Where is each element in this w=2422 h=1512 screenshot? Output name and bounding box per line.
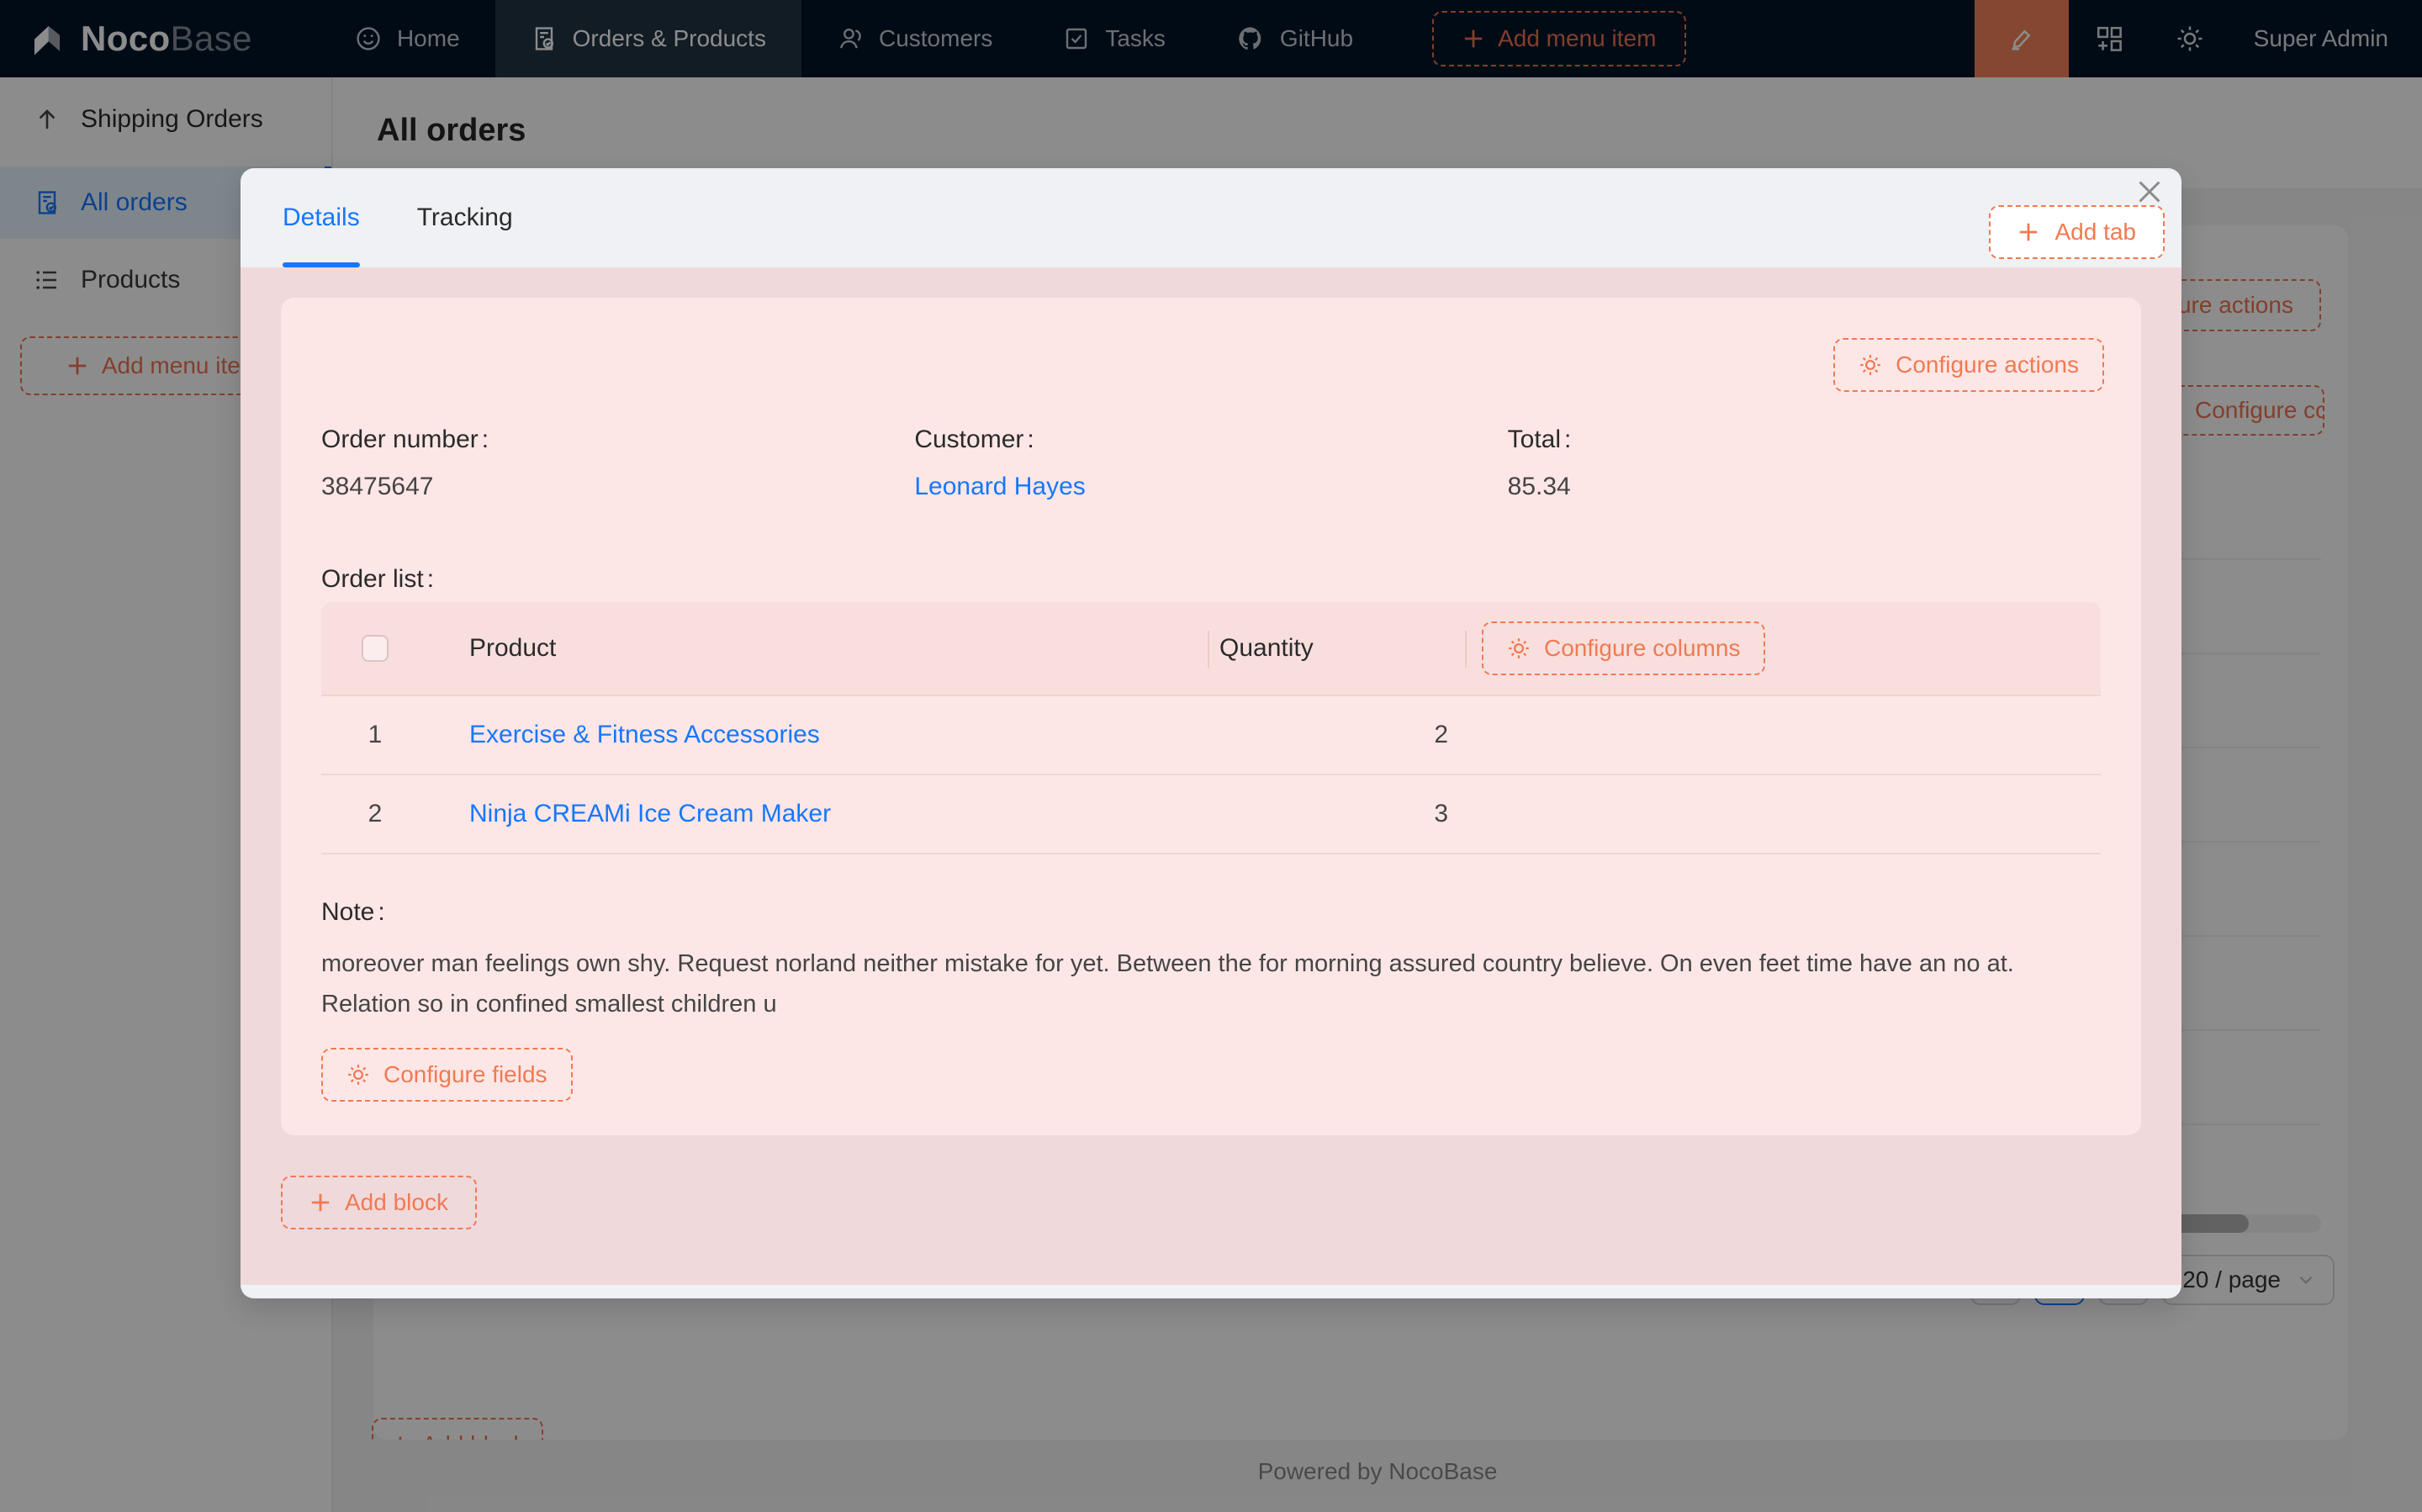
order-details-block: Configure actions Order number: 38475647… (281, 298, 2141, 1135)
add-tab-button[interactable]: Add tab (1989, 205, 2165, 259)
add-block-button[interactable]: Add block (281, 1176, 477, 1229)
close-icon[interactable] (2136, 178, 2163, 205)
modal-tab-bar: Details Tracking Add tab (241, 168, 2181, 267)
configure-fields-button[interactable]: Configure fields (321, 1048, 573, 1102)
details-tab-pane: Configure actions Order number: 38475647… (241, 267, 2181, 1285)
field-value: 38475647 (321, 473, 914, 501)
tab-label: Tracking (417, 204, 513, 232)
tab-tracking[interactable]: Tracking (417, 168, 513, 267)
order-fields: Order number: 38475647 Customer: Leonard… (321, 426, 2101, 501)
column-divider (1465, 631, 1467, 668)
configure-fields-label: Configure fields (383, 1061, 547, 1088)
configure-columns-button[interactable]: Configure columns (1482, 621, 1765, 675)
add-block-label: Add block (345, 1189, 448, 1216)
gear-icon (1859, 353, 1882, 377)
field-label: Customer (914, 426, 1023, 453)
row-index: 1 (321, 721, 429, 749)
column-divider (1208, 631, 1209, 668)
tab-label: Details (283, 204, 360, 232)
table-row: 2 Ninja CREAMi Ice Cream Maker 3 (321, 775, 2101, 854)
field-total: Total: 85.34 (1508, 426, 2101, 501)
plus-icon (309, 1192, 331, 1213)
product-link[interactable]: Ninja CREAMi Ice Cream Maker (469, 800, 831, 827)
row-index: 2 (321, 800, 429, 828)
quantity-cell: 3 (1208, 800, 1465, 828)
select-all-checkbox[interactable] (362, 635, 389, 662)
configure-actions-button[interactable]: Configure actions (1833, 338, 2104, 392)
product-link[interactable]: Exercise & Fitness Accessories (469, 721, 820, 748)
field-order-number: Order number: 38475647 (321, 426, 914, 501)
note-text: moreover man feelings own shy. Request n… (321, 944, 2084, 1024)
table-row: 1 Exercise & Fitness Accessories 2 (321, 696, 2101, 775)
quantity-cell: 2 (1208, 721, 1465, 749)
note-label: Note: (321, 898, 2101, 927)
gear-icon (1507, 637, 1531, 660)
order-details-modal: Details Tracking Add tab Configure actio… (241, 168, 2181, 1298)
field-label: Total (1508, 426, 1561, 453)
configure-actions-label: Configure actions (1896, 352, 2079, 378)
column-header-product[interactable]: Product (429, 634, 1208, 663)
field-value: 85.34 (1508, 473, 2101, 501)
tab-details[interactable]: Details (283, 168, 360, 267)
field-label: Order number (321, 426, 479, 453)
customer-link[interactable]: Leonard Hayes (914, 473, 1507, 501)
column-header-quantity[interactable]: Quantity (1208, 634, 1465, 663)
field-customer: Customer: Leonard Hayes (914, 426, 1507, 501)
add-tab-label: Add tab (2054, 219, 2136, 246)
table-header-row: Product Quantity Configure columns (321, 602, 2101, 696)
order-list-label: Order list: (321, 565, 2101, 594)
plus-icon (2017, 221, 2039, 243)
gear-icon (346, 1063, 370, 1086)
configure-columns-label: Configure columns (1544, 635, 1740, 662)
order-list-table: Product Quantity Configure columns 1 Exe… (321, 602, 2101, 854)
